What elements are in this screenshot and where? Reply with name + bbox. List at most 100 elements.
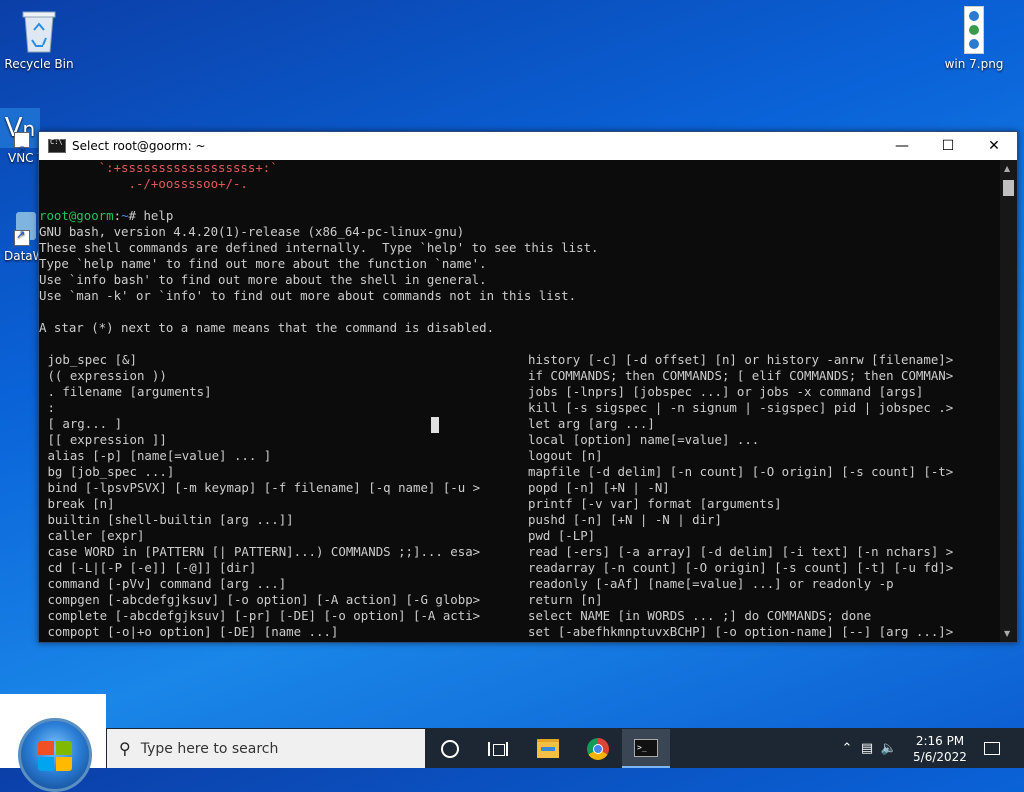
- help-entry-right: pwd [-LP]: [528, 528, 596, 543]
- intro-line: [39, 304, 999, 320]
- help-entry-right: return [n]: [528, 592, 603, 607]
- help-entry-left: alias [-p] [name[=value] ... ]: [40, 448, 272, 463]
- help-entry-left: compgen [-abcdefgjksuv] [-o option] [-A …: [40, 592, 481, 607]
- help-entry-right: set [-abefhkmnptuvxBCHP] [-o option-name…: [528, 624, 954, 639]
- help-intro: GNU bash, version 4.4.20(1)-release (x86…: [39, 224, 999, 352]
- help-entry-right: let arg [arg ...]: [528, 416, 655, 431]
- help-entry-right: mapfile [-d delim] [-n count] [-O origin…: [528, 464, 954, 479]
- help-entry-left: break [n]: [40, 496, 115, 511]
- scroll-down-icon[interactable]: ▼: [1004, 629, 1010, 638]
- help-entry-left: cd [-L|[-P [-e]] [-@]] [dir]: [40, 560, 257, 575]
- intro-line: GNU bash, version 4.4.20(1)-release (x86…: [39, 224, 465, 239]
- help-columns: job_spec [&] (( expression )) . filename…: [39, 352, 999, 640]
- intro-line: Type `help name' to find out more about …: [39, 256, 487, 271]
- win7-png-label: win 7.png: [944, 57, 1004, 71]
- console-taskbar-button[interactable]: >_: [622, 729, 670, 768]
- help-entry-right: jobs [-lnprs] [jobspec ...] or jobs -x c…: [528, 384, 924, 399]
- scroll-up-icon[interactable]: ▲: [1004, 164, 1010, 173]
- desktop-icon-dataw[interactable]: DataW: [0, 206, 45, 263]
- intro-line: [39, 336, 999, 352]
- dataw-label: DataW: [4, 249, 45, 263]
- help-entry-right: if COMMANDS; then COMMANDS; [ elif COMMA…: [528, 368, 954, 383]
- help-entry-left: command [-pVv] command [arg ...]: [40, 576, 287, 591]
- help-entry-left: job_spec [&]: [40, 352, 137, 367]
- prompt-user: root@goorm: [39, 208, 114, 223]
- help-entry-left: compopt [-o|+o option] [-DE] [name ...]: [40, 624, 339, 639]
- help-entry-right: popd [-n] [+N | -N]: [528, 480, 670, 495]
- desktop-icon-win7-png[interactable]: win 7.png: [936, 6, 1012, 71]
- help-entry-right: kill [-s sigspec | -n signum | -sigspec]…: [528, 400, 954, 415]
- help-entry-left: [[ expression ]]: [40, 432, 167, 447]
- minimize-button[interactable]: —: [879, 132, 925, 160]
- help-entry-left: builtin [shell-builtin [arg ...]]: [40, 512, 294, 527]
- help-entry-left: :: [40, 400, 55, 415]
- ascii-art-line: .-/+oossssoo+/-.: [39, 176, 248, 191]
- help-entry-right: history [-c] [-d offset] [n] or history …: [528, 352, 954, 367]
- close-button[interactable]: ✕: [971, 132, 1017, 160]
- help-entry-right: readonly [-aAf] [name[=value] ...] or re…: [528, 576, 894, 591]
- help-entry-left: . filename [arguments]: [40, 384, 212, 399]
- console-output[interactable]: `:+ssssssssssssssssss+:` .-/+oossssoo+/-…: [39, 160, 999, 642]
- help-entry-left: complete [-abcdefgjksuv] [-pr] [-DE] [-o…: [40, 608, 481, 623]
- window-title: Select root@goorm: ~: [72, 139, 206, 153]
- help-entry-right: read [-ers] [-a array] [-d delim] [-i te…: [528, 544, 954, 559]
- image-file-icon: [964, 6, 984, 54]
- network-icon[interactable]: ▤: [856, 741, 878, 756]
- file-explorer-icon[interactable]: [524, 729, 572, 768]
- timeline-icon[interactable]: [474, 729, 522, 768]
- desktop-icon-recycle-bin[interactable]: Recycle Bin: [1, 8, 77, 71]
- maximize-button[interactable]: ☐: [925, 132, 971, 160]
- taskbar-search-box[interactable]: ⚲ Type here to search: [107, 729, 425, 768]
- vertical-scrollbar[interactable]: ▲ ▼: [1000, 160, 1017, 642]
- recycle-bin-label: Recycle Bin: [4, 57, 74, 71]
- console-app-icon: [48, 138, 66, 153]
- prompt-line: root@goorm:~# help: [39, 208, 999, 224]
- chevron-up-icon[interactable]: ⌃: [838, 741, 856, 756]
- desktop-icon-vnc[interactable]: Vn VNC V: [0, 108, 46, 170]
- windows-logo-icon: [18, 718, 92, 792]
- help-entry-left: (( expression )): [40, 368, 167, 383]
- window-titlebar[interactable]: Select root@goorm: ~ — ☐ ✕: [39, 132, 1017, 160]
- help-left-column: job_spec [&] (( expression )) . filename…: [40, 352, 480, 640]
- vnc-icon: Vn: [0, 108, 40, 170]
- help-entry-right: logout [n]: [528, 448, 603, 463]
- notification-center-icon[interactable]: [978, 729, 1006, 768]
- task-view-icon[interactable]: [426, 729, 474, 768]
- help-entry-right: printf [-v var] format [arguments]: [528, 496, 782, 511]
- help-entry-left: caller [expr]: [40, 528, 145, 543]
- console-icon: >_: [634, 738, 658, 757]
- console-window[interactable]: Select root@goorm: ~ — ☐ ✕ `:+ssssssssss…: [38, 131, 1018, 643]
- intro-line: These shell commands are defined interna…: [39, 240, 599, 255]
- intro-line: Use `man -k' or `info' to find out more …: [39, 288, 577, 303]
- prompt-command: # help: [128, 208, 174, 223]
- chrome-icon[interactable]: [574, 729, 622, 768]
- prompt-path: ~: [121, 208, 129, 223]
- taskbar-clock[interactable]: 2:16 PM 5/6/2022: [905, 733, 975, 765]
- clock-time: 2:16 PM: [915, 734, 965, 748]
- shortcut-arrow-icon: [14, 228, 30, 246]
- help-entry-left: [ arg... ]: [40, 416, 123, 431]
- help-right-column: history [-c] [-d offset] [n] or history …: [528, 352, 953, 640]
- shortcut-arrow-icon: [14, 130, 30, 170]
- ascii-art-line: `:+ssssssssssssssssss+:`: [39, 160, 278, 175]
- start-button[interactable]: [0, 694, 106, 792]
- scrollbar-thumb[interactable]: [1003, 180, 1014, 196]
- text-cursor: [431, 417, 439, 433]
- intro-line: A star (*) next to a name means that the…: [39, 320, 495, 335]
- search-placeholder: Type here to search: [140, 740, 279, 757]
- volume-icon[interactable]: 🔈: [878, 741, 900, 756]
- help-entry-right: readarray [-n count] [-O origin] [-s cou…: [528, 560, 954, 575]
- prompt-separator: :: [113, 208, 122, 223]
- search-icon: ⚲: [119, 739, 131, 758]
- help-entry-left: case WORD in [PATTERN [| PATTERN]...) CO…: [40, 544, 481, 559]
- help-entry-left: bg [job_spec ...]: [40, 464, 175, 479]
- help-entry-right: select NAME [in WORDS ... ;] do COMMANDS…: [528, 608, 872, 623]
- system-tray: ⌃ ▤ 🔈: [838, 729, 900, 768]
- clock-date: 5/6/2022: [913, 750, 967, 764]
- help-entry-left: bind [-lpsvPSVX] [-m keymap] [-f filenam…: [40, 480, 481, 495]
- intro-line: Use `info bash' to find out more about t…: [39, 272, 487, 287]
- help-entry-right: pushd [-n] [+N | -N | dir]: [528, 512, 722, 527]
- help-entry-right: local [option] name[=value] ...: [528, 432, 760, 447]
- dataw-icon: [0, 206, 40, 246]
